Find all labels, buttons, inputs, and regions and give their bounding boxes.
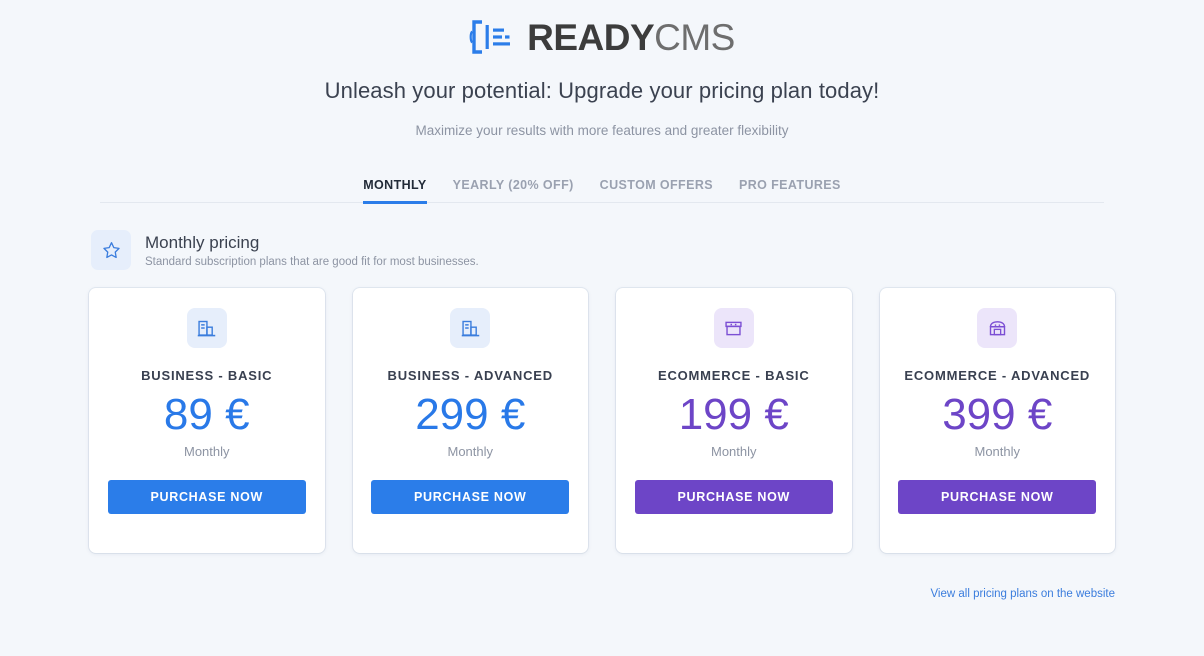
plan-price: 399 € <box>942 390 1053 439</box>
pricing-card-business-basic[interactable]: BUSINESS - BASIC 89 € Monthly PURCHASE N… <box>89 288 325 553</box>
brand-name-light: CMS <box>654 16 735 58</box>
plan-period: Monthly <box>183 444 230 460</box>
pricing-cards: BUSINESS - BASIC 89 € Monthly PURCHASE N… <box>89 288 1115 553</box>
tab-yearly[interactable]: YEARLY (20% OFF) <box>453 178 574 204</box>
pricing-page: READYCMS Unleash your potential: Upgrade… <box>0 0 1204 656</box>
page-subheadline: Maximize your results with more features… <box>415 123 789 138</box>
purchase-now-button[interactable]: PURCHASE NOW <box>898 480 1097 515</box>
pricing-card-ecommerce-basic[interactable]: ECOMMERCE - BASIC 199 € Monthly PURCHASE… <box>616 288 852 553</box>
plan-period: Monthly <box>974 444 1021 460</box>
office-building-icon <box>450 308 491 348</box>
footer-link-row: View all pricing plans on the website <box>89 584 1115 602</box>
document-bracket-icon <box>469 20 513 54</box>
plan-title: ECOMMERCE - ADVANCED <box>904 368 1091 383</box>
plan-price: 89 € <box>163 390 250 439</box>
pricing-card-ecommerce-advanced[interactable]: ECOMMERCE - ADVANCED 399 € Monthly PURCH… <box>879 288 1115 553</box>
star-icon <box>91 230 131 270</box>
brand-name: READYCMS <box>527 19 735 56</box>
storefront-icon <box>713 308 754 348</box>
shop-awning-icon <box>977 308 1018 348</box>
purchase-now-button[interactable]: PURCHASE NOW <box>371 480 570 515</box>
plan-period: Monthly <box>447 444 494 460</box>
pricing-card-business-advanced[interactable]: BUSINESS - ADVANCED 299 € Monthly PURCHA… <box>352 288 588 553</box>
purchase-now-button[interactable]: PURCHASE NOW <box>107 480 306 515</box>
view-all-plans-link[interactable]: View all pricing plans on the website <box>930 588 1115 600</box>
plan-title: BUSINESS - ADVANCED <box>387 368 553 383</box>
section-title: Monthly pricing <box>145 232 260 252</box>
section-subtitle: Standard subscription plans that are goo… <box>145 256 479 269</box>
tab-monthly[interactable]: MONTHLY <box>363 178 427 204</box>
purchase-now-button[interactable]: PURCHASE NOW <box>634 480 833 515</box>
plan-period: Monthly <box>710 444 757 460</box>
plan-title: ECOMMERCE - BASIC <box>657 368 810 383</box>
plan-price: 299 € <box>415 390 526 439</box>
section-header: Monthly pricing Standard subscription pl… <box>89 230 1115 270</box>
tab-custom-offers[interactable]: CUSTOM OFFERS <box>600 178 713 204</box>
page-headline: Unleash your potential: Upgrade your pri… <box>324 78 880 103</box>
office-building-icon <box>186 308 227 348</box>
plan-price: 199 € <box>678 390 789 439</box>
brand-name-bold: READY <box>527 16 655 58</box>
pricing-tabs: MONTHLY YEARLY (20% OFF) CUSTOM OFFERS P… <box>100 172 1104 204</box>
plan-title: BUSINESS - BASIC <box>141 368 273 383</box>
brand-logo: READYCMS <box>0 0 1204 56</box>
tab-pro-features[interactable]: PRO FEATURES <box>739 178 841 204</box>
